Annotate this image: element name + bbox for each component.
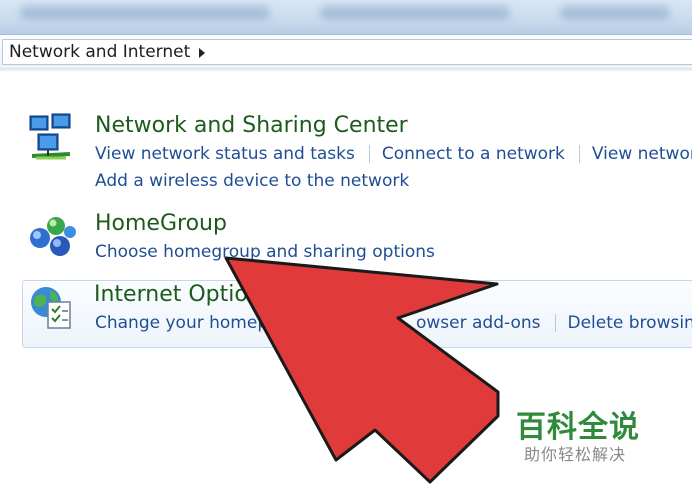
watermark-subtitle: 助你轻松解决	[524, 445, 627, 464]
watermark-title: 百科全说	[516, 410, 640, 445]
arrow-shape	[224, 256, 500, 484]
